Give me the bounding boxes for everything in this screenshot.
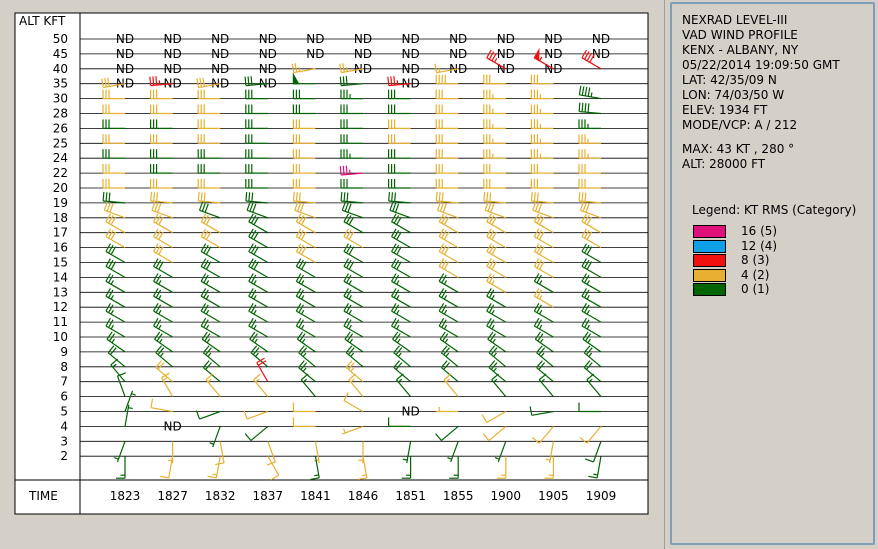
max-wind-altitude: ALT: 28000 FT [682, 157, 766, 171]
no-data-label: ND [163, 419, 181, 433]
altitude-tick-6: 6 [60, 390, 68, 404]
no-data-label: ND [401, 47, 419, 61]
no-data-label: ND [544, 47, 562, 61]
altitude-tick-20: 20 [53, 181, 68, 195]
legend-swatch-cat1 [693, 283, 726, 296]
legend-title: Legend: KT RMS (Category) [692, 203, 857, 217]
no-data-label: ND [401, 32, 419, 46]
altitude-tick-28: 28 [53, 107, 68, 121]
site-longitude: LON: 74/03/50 W [682, 88, 785, 102]
radar-site: KENX - ALBANY, NY [682, 43, 799, 57]
altitude-tick-22: 22 [53, 166, 68, 180]
x-axis-label: TIME [28, 489, 58, 503]
legend-label-cat3: 8 (3) [741, 253, 770, 267]
no-data-label: ND [497, 47, 515, 61]
altitude-tick-3: 3 [60, 434, 68, 448]
no-data-label: ND [306, 32, 324, 46]
altitude-tick-17: 17 [53, 226, 68, 240]
site-latitude: LAT: 42/35/09 N [682, 73, 777, 87]
altitude-tick-4: 4 [60, 419, 68, 433]
no-data-label: ND [497, 32, 515, 46]
no-data-label: ND [163, 32, 181, 46]
no-data-label: ND [163, 62, 181, 76]
altitude-tick-50: 50 [53, 32, 68, 46]
profile-plot-frame: ALT KFT TIME 50 45 40 35 30 28 26 25 24 22 20 19 18 1… [0, 0, 665, 549]
mode-vcp: MODE/VCP: A / 212 [682, 118, 798, 132]
time-tick-1851: 1851 [395, 489, 426, 503]
altitude-tick-5: 5 [60, 405, 68, 419]
no-data-label: ND [116, 47, 134, 61]
altitude-tick-15: 15 [53, 256, 68, 270]
altitude-tick-14: 14 [53, 270, 68, 284]
altitude-tick-7: 7 [60, 375, 68, 389]
time-tick-1900: 1900 [491, 489, 522, 503]
no-data-label: ND [354, 47, 372, 61]
no-data-label: ND [449, 32, 467, 46]
no-data-label: ND [163, 47, 181, 61]
time-tick-1846: 1846 [348, 489, 379, 503]
no-data-label: ND [401, 62, 419, 76]
time-tick-labels: 1823 1827 1832 1837 1841 1846 1851 1855 1900 1905… [110, 489, 617, 503]
time-tick-1841: 1841 [300, 489, 331, 503]
plot-background [14, 12, 649, 515]
altitude-tick-13: 13 [53, 285, 68, 299]
legend-swatch-cat4 [693, 240, 726, 253]
no-data-label: ND [259, 62, 277, 76]
altitude-tick-11: 11 [53, 315, 68, 329]
altitude-tick-8: 8 [60, 360, 68, 374]
time-tick-1837: 1837 [253, 489, 284, 503]
no-data-label: ND [354, 32, 372, 46]
scan-datetime: 05/22/2014 19:09:50 GMT [682, 58, 840, 72]
vad-wind-profile-chart: ALT KFT TIME 504540353028262524222019181… [14, 12, 649, 515]
altitude-tick-45: 45 [53, 47, 68, 61]
time-tick-1827: 1827 [157, 489, 188, 503]
altitude-tick-40: 40 [53, 62, 68, 76]
legend-label-cat5: 16 (5) [741, 224, 778, 238]
no-data-label: ND [211, 47, 229, 61]
time-tick-1909: 1909 [586, 489, 617, 503]
no-data-label: ND [259, 47, 277, 61]
product-title: VAD WIND PROFILE [682, 28, 798, 42]
legend-label-cat2: 4 (2) [741, 268, 770, 282]
no-data-label: ND [116, 62, 134, 76]
altitude-tick-2: 2 [60, 449, 68, 463]
altitude-tick-35: 35 [53, 77, 68, 91]
altitude-tick-18: 18 [53, 211, 68, 225]
legend-swatch-cat2 [693, 269, 726, 282]
no-data-label: ND [592, 32, 610, 46]
no-data-label: ND [592, 47, 610, 61]
altitude-tick-10: 10 [53, 330, 68, 344]
info-panel: NEXRAD LEVEL-III VAD WIND PROFILE KENX -… [670, 2, 875, 545]
y-axis-label: ALT KFT [19, 14, 66, 28]
time-tick-1855: 1855 [443, 489, 474, 503]
altitude-tick-12: 12 [53, 300, 68, 314]
no-data-label: ND [211, 32, 229, 46]
legend-label-cat4: 12 (4) [741, 239, 778, 253]
no-data-label: ND [544, 32, 562, 46]
no-data-label: ND [449, 47, 467, 61]
time-tick-1832: 1832 [205, 489, 236, 503]
altitude-tick-16: 16 [53, 241, 68, 255]
altitude-tick-26: 26 [53, 121, 68, 135]
no-data-label: ND [401, 405, 419, 419]
time-tick-1823: 1823 [110, 489, 141, 503]
product-name: NEXRAD LEVEL-III [682, 13, 788, 27]
altitude-tick-19: 19 [53, 196, 68, 210]
no-data-label: ND [306, 47, 324, 61]
altitude-tick-24: 24 [53, 151, 68, 165]
site-elevation: ELEV: 1934 FT [682, 103, 768, 117]
legend-swatch-cat3 [693, 254, 726, 267]
legend-label-cat1: 0 (1) [741, 282, 770, 296]
time-tick-1905: 1905 [538, 489, 569, 503]
no-data-label: ND [211, 62, 229, 76]
legend-swatch-cat5 [693, 225, 726, 238]
no-data-label: ND [116, 32, 134, 46]
altitude-tick-9: 9 [60, 345, 68, 359]
max-wind: MAX: 43 KT , 280 ° [682, 142, 795, 156]
altitude-tick-30: 30 [53, 92, 68, 106]
altitude-tick-25: 25 [53, 136, 68, 150]
no-data-label: ND [259, 32, 277, 46]
